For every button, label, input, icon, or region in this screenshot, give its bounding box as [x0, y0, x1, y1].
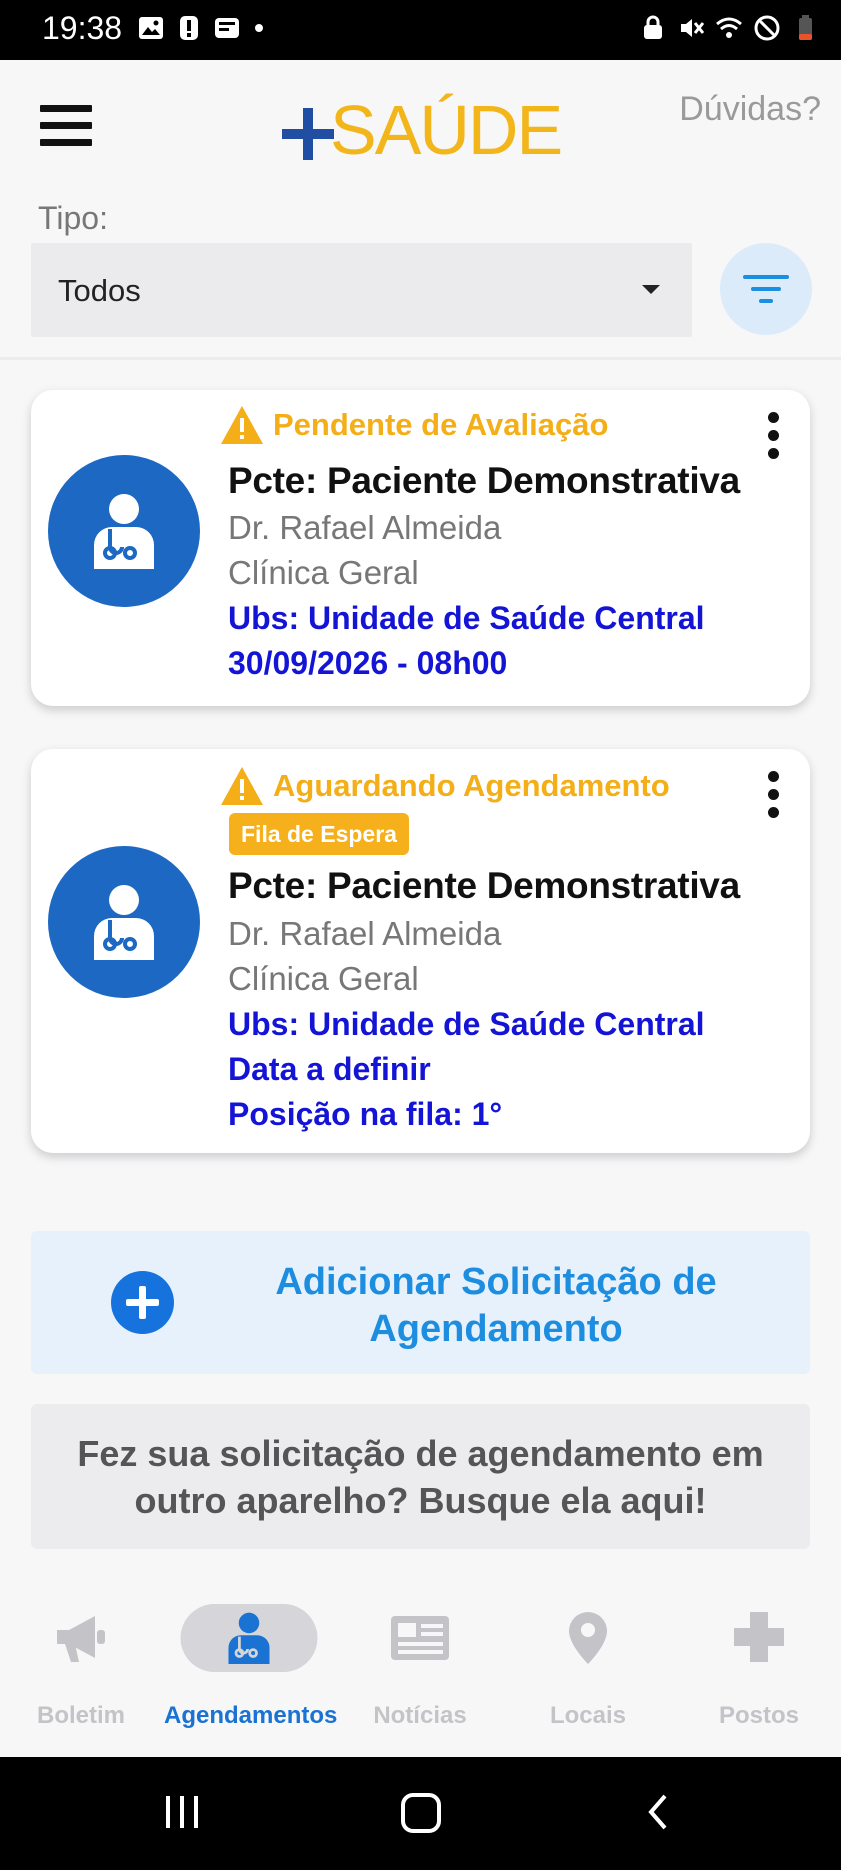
back-icon[interactable] [643, 1792, 673, 1832]
do-not-disturb-icon [754, 15, 780, 41]
appointment-card[interactable]: Aguardando Agendamento Fila de Espera Pc… [31, 749, 810, 1153]
logo-text: SAÚDE [330, 91, 563, 169]
medical-cross-icon [734, 1612, 784, 1662]
wifi-icon [716, 17, 742, 38]
nav-postos[interactable]: Postos [674, 1604, 841, 1729]
status-text: Pendente de Avaliação [273, 407, 609, 442]
warning-icon [221, 767, 263, 805]
waitlist-badge: Fila de Espera [229, 813, 409, 855]
alert-icon [180, 16, 198, 40]
menu-icon[interactable] [40, 105, 92, 151]
appointment-date: Data a definir [228, 1051, 431, 1087]
patient-name: Pcte: Paciente Demonstrativa [228, 865, 740, 906]
lock-icon [644, 15, 662, 39]
type-select-value: Todos [58, 273, 141, 308]
doctor-name: Dr. Rafael Almeida [228, 915, 502, 952]
patient-name: Pcte: Paciente Demonstrativa [228, 460, 740, 501]
mute-icon [681, 19, 705, 37]
doctor-avatar [48, 846, 200, 998]
health-unit: Ubs: Unidade de Saúde Central [228, 600, 705, 636]
doctor-icon [94, 885, 154, 960]
health-unit: Ubs: Unidade de Saúde Central [228, 1006, 705, 1042]
newspaper-icon [391, 1616, 449, 1660]
app-notification-icon [215, 18, 239, 38]
doctor-name: Dr. Rafael Almeida [228, 509, 502, 546]
specialty: Clínica Geral [228, 960, 419, 997]
nav-label: Notícias [373, 1702, 467, 1729]
system-icons [639, 14, 819, 42]
home-icon[interactable] [400, 1792, 442, 1834]
logo-plus-icon [282, 108, 334, 160]
notification-icons [137, 14, 279, 42]
type-filter-label: Tipo: [38, 200, 108, 236]
nav-noticias[interactable]: Notícias [335, 1604, 505, 1729]
battery-icon [799, 15, 812, 40]
specialty: Clínica Geral [228, 554, 419, 591]
status-row: Pendente de Avaliação [219, 404, 608, 446]
queue-position: Posição na fila: 1° [228, 1096, 503, 1132]
more-options-icon[interactable] [768, 412, 780, 460]
doctor-icon [228, 1612, 270, 1664]
doctor-icon [94, 494, 154, 569]
status-row: Aguardando Agendamento [219, 765, 670, 807]
nav-label: Agendamentos [164, 1702, 338, 1729]
filter-button[interactable] [720, 243, 812, 335]
nav-label: Postos [718, 1702, 799, 1729]
more-options-icon[interactable] [768, 771, 780, 819]
appointment-date: 30/09/2026 - 08h00 [228, 645, 508, 681]
add-circle-icon [111, 1271, 174, 1334]
recent-apps-icon[interactable] [162, 1792, 202, 1832]
nav-agendamentos[interactable]: Agendamentos [164, 1604, 337, 1729]
search-other-device-label: Fez sua solicitação de agendamento em ou… [77, 1433, 764, 1521]
app-logo: SAÚDE [282, 90, 563, 170]
add-request-label: Adicionar Solicitação de Agendamento [275, 1261, 717, 1350]
status-time: 19:38 [42, 10, 123, 46]
add-request-button[interactable]: Adicionar Solicitação de Agendamento [31, 1231, 810, 1374]
system-navigation-bar [0, 1757, 841, 1870]
bottom-nav: Boletim Agendamentos Notícias Locais Pos… [0, 1580, 841, 1757]
nav-label: Boletim [36, 1702, 125, 1729]
appointment-card[interactable]: Pendente de Avaliação Pcte: Paciente Dem… [31, 390, 810, 706]
help-link[interactable]: Dúvidas? [679, 90, 821, 129]
gallery-icon [139, 17, 163, 39]
dot-icon [255, 24, 263, 32]
megaphone-icon [57, 1616, 105, 1662]
warning-icon [221, 406, 263, 444]
status-bar: 19:38 [0, 0, 841, 60]
type-select[interactable]: Todos [31, 243, 692, 337]
nav-boletim[interactable]: Boletim [0, 1604, 166, 1729]
doctor-avatar [48, 455, 200, 607]
status-text: Aguardando Agendamento [273, 768, 670, 803]
app-header: SAÚDE Dúvidas? Tipo: Todos [0, 60, 841, 360]
nav-label: Locais [549, 1702, 627, 1729]
nav-locais[interactable]: Locais [503, 1604, 673, 1729]
search-other-device-button[interactable]: Fez sua solicitação de agendamento em ou… [31, 1404, 810, 1549]
location-pin-icon [569, 1612, 607, 1664]
dropdown-arrow-icon [642, 285, 660, 294]
